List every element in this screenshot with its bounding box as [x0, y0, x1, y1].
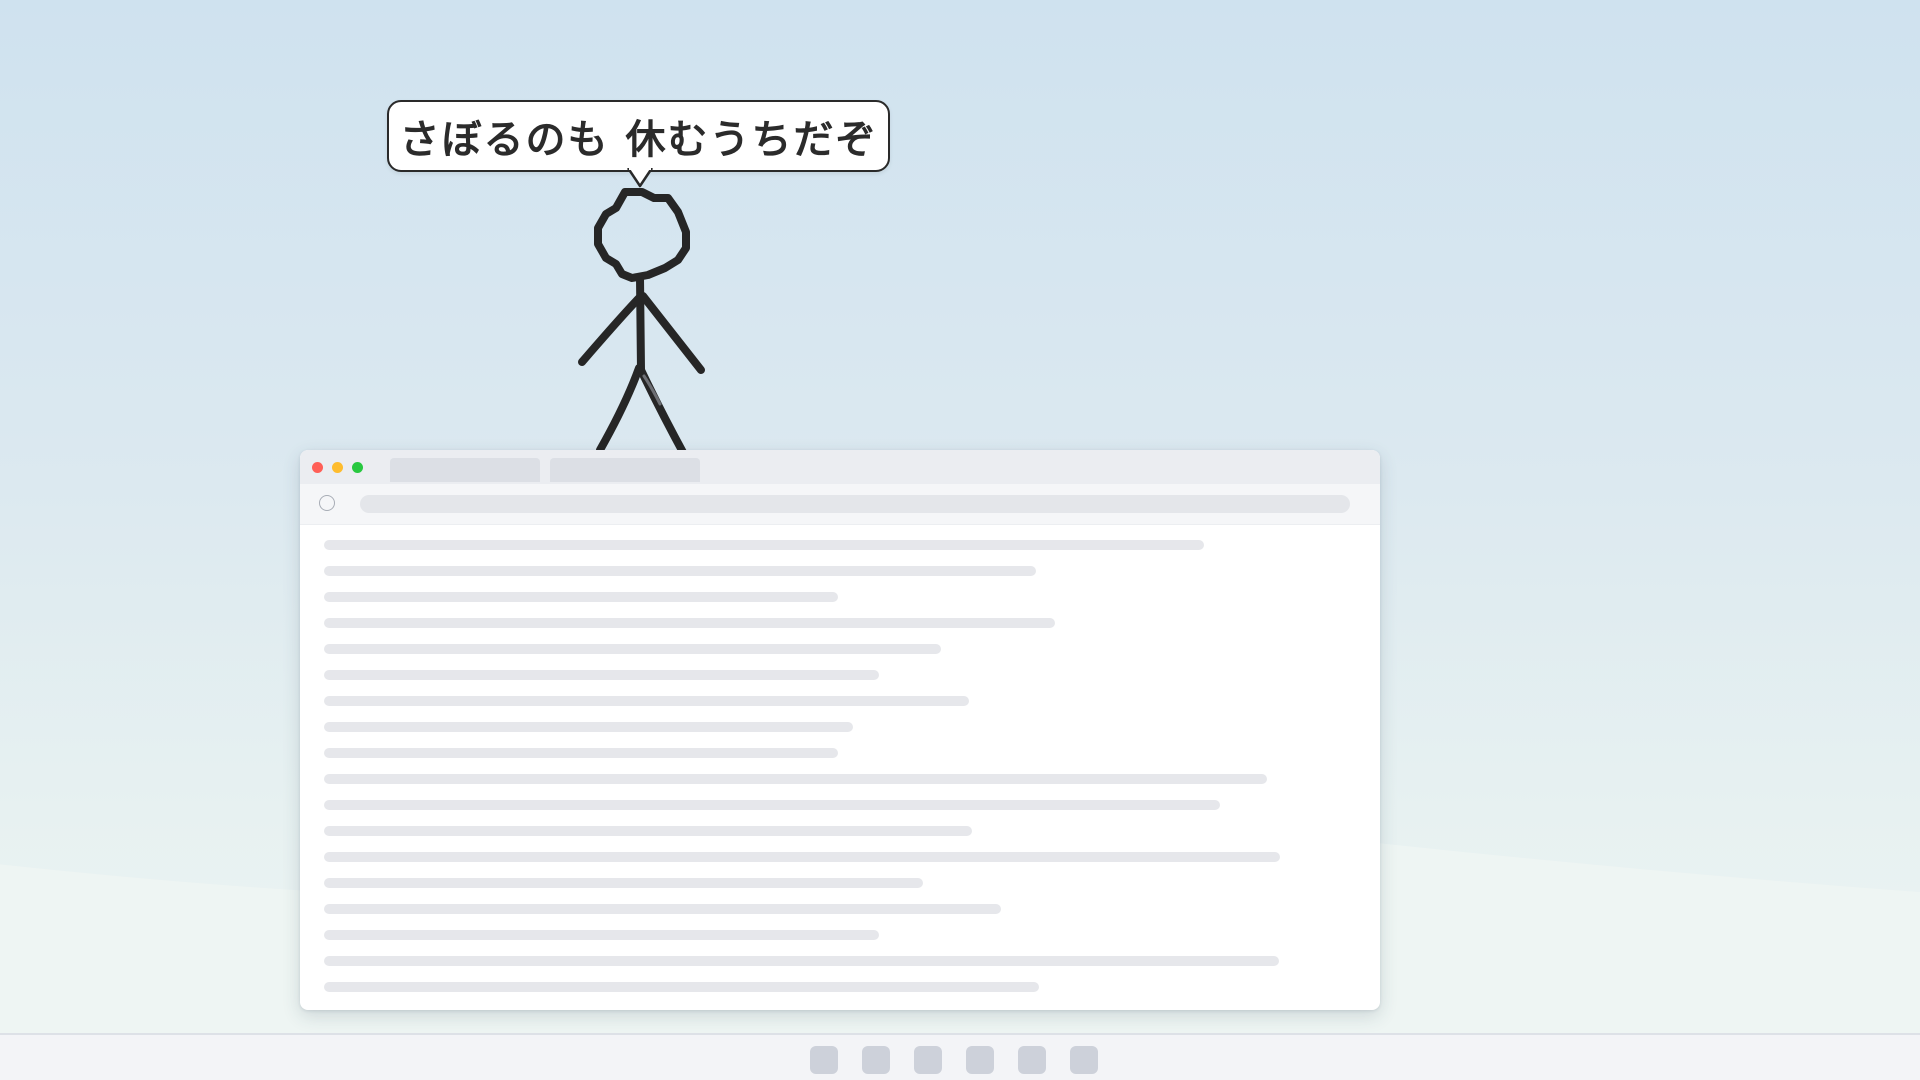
stick-figure-left-arm: [578, 294, 643, 366]
page-content: [300, 525, 1380, 1010]
close-button[interactable]: [312, 462, 323, 473]
title-bar: [300, 450, 1380, 484]
placeholder-line: [324, 696, 969, 706]
reload-icon[interactable]: [319, 495, 335, 511]
stick-figure-body: [636, 274, 645, 374]
app-icon[interactable]: [862, 1046, 890, 1074]
placeholder-line: [324, 644, 941, 654]
placeholder-line: [324, 722, 853, 732]
placeholder-line: [324, 878, 923, 888]
placeholder-line: [324, 800, 1220, 810]
stick-figure: [578, 188, 705, 460]
stick-figure-right-arm: [639, 292, 705, 374]
placeholder-line: [324, 826, 972, 836]
stick-figure-head: [594, 188, 690, 282]
app-icon[interactable]: [1018, 1046, 1046, 1074]
maximize-button[interactable]: [352, 462, 363, 473]
app-icon[interactable]: [1070, 1046, 1098, 1074]
placeholder-line: [324, 540, 1204, 550]
placeholder-line: [324, 982, 1039, 992]
app-icon[interactable]: [966, 1046, 994, 1074]
tab-1[interactable]: [390, 458, 540, 482]
placeholder-line: [324, 566, 1036, 576]
placeholder-line: [324, 852, 1280, 862]
minimize-button[interactable]: [332, 462, 343, 473]
tab-2[interactable]: [550, 458, 700, 482]
placeholder-line: [324, 748, 838, 758]
placeholder-line: [324, 930, 879, 940]
speech-bubble: さぼるのも 休むうちだぞ: [387, 100, 890, 172]
placeholder-line: [324, 670, 879, 680]
placeholder-line: [324, 774, 1267, 784]
toolbar: [300, 484, 1380, 525]
taskbar: [0, 1033, 1920, 1080]
browser-window: [300, 450, 1380, 1010]
speech-bubble-text: さぼるのも 休むうちだぞ: [399, 117, 878, 163]
app-icon[interactable]: [810, 1046, 838, 1074]
placeholder-line: [324, 592, 838, 602]
placeholder-line: [324, 618, 1055, 628]
desktop: さぼるのも 休むうちだぞ: [0, 0, 1920, 1080]
address-bar[interactable]: [360, 495, 1350, 513]
placeholder-line: [324, 956, 1279, 966]
stick-figure-left-leg: [596, 364, 643, 454]
app-icon[interactable]: [914, 1046, 942, 1074]
placeholder-line: [324, 904, 1001, 914]
